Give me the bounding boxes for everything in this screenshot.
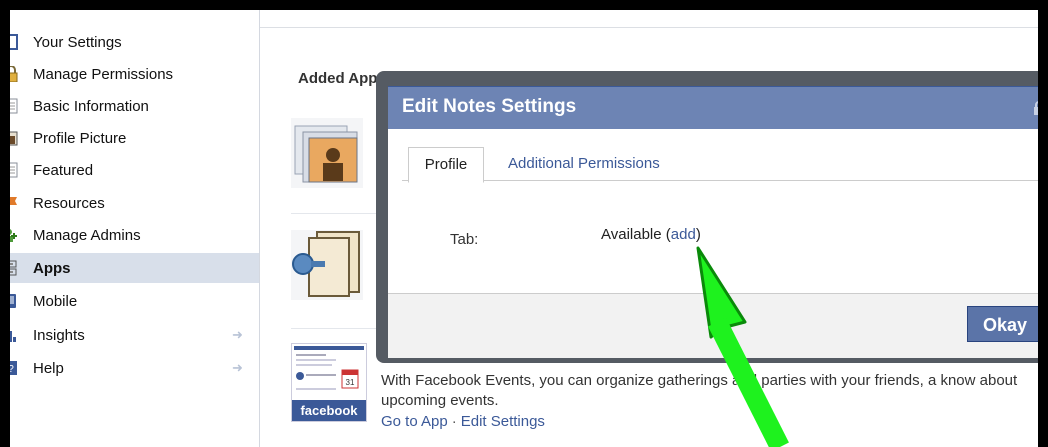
document-icon: [10, 162, 18, 178]
tab-additional-permissions[interactable]: Additional Permissions: [508, 147, 660, 181]
sidebar-item-label: Insights: [33, 326, 85, 344]
app-description: With Facebook Events, you can organize g…: [381, 372, 1018, 409]
sidebar-item-resources[interactable]: Resources: [10, 188, 260, 218]
screenshot-canvas: Your Settings Manage Permissions Basic I…: [10, 10, 1038, 447]
tab-profile[interactable]: Profile: [408, 147, 484, 183]
flag-icon: [10, 197, 17, 205]
tabs-divider: [402, 180, 1038, 181]
sidebar-item-manage-permissions[interactable]: Manage Permissions: [10, 59, 260, 89]
events-app-thumbnail: 31 facebook: [291, 343, 367, 422]
facebook-logo: facebook: [292, 400, 366, 421]
sidebar-item-mobile[interactable]: Mobile: [10, 286, 260, 316]
sidebar-item-label: Your Settings: [33, 33, 122, 51]
sidebar: Your Settings Manage Permissions Basic I…: [10, 10, 260, 447]
sidebar-item-label: Manage Admins: [33, 226, 141, 244]
lock-icon: [1034, 101, 1038, 115]
sidebar-item-help[interactable]: ? Help ➜: [10, 353, 260, 383]
document-icon: [10, 98, 18, 114]
tab-field-value: Available (add): [601, 226, 701, 243]
svg-text:?: ?: [10, 364, 14, 375]
sidebar-item-label: Manage Permissions: [33, 65, 174, 83]
apps-icon: [10, 260, 17, 276]
sidebar-item-manage-admins[interactable]: Manage Admins: [10, 220, 260, 250]
mobile-icon: [10, 294, 16, 308]
sidebar-item-label: Help: [33, 359, 64, 377]
help-icon: ?: [10, 361, 17, 375]
sidebar-item-label: Mobile: [33, 292, 78, 310]
sidebar-item-basic-information[interactable]: Basic Information: [10, 91, 260, 121]
sidebar-item-label: Apps: [33, 259, 71, 277]
edit-settings-link[interactable]: Edit Settings: [461, 413, 545, 430]
svg-text:31: 31: [346, 378, 355, 387]
sidebar-item-profile-picture[interactable]: Profile Picture: [10, 123, 260, 153]
dialog-header: Edit Notes Settings: [388, 86, 1038, 129]
lock-icon: [10, 66, 18, 82]
sidebar-item-insights[interactable]: Insights ➜: [10, 320, 260, 350]
arrow-right-icon: ➜: [232, 360, 243, 375]
admins-icon: [10, 229, 17, 242]
add-tab-link[interactable]: add: [671, 226, 696, 243]
sidebar-item-label: Featured: [33, 161, 94, 179]
picture-icon: [10, 131, 18, 146]
tab-status: Available: [601, 226, 662, 243]
sidebar-item-featured[interactable]: Featured: [10, 155, 260, 185]
dialog-title: Edit Notes Settings: [402, 96, 577, 117]
sidebar-item-label: Basic Information: [33, 97, 149, 115]
sidebar-item-your-settings[interactable]: Your Settings: [10, 27, 260, 57]
arrow-right-icon: ➜: [232, 327, 243, 342]
tab-field-label: Tab:: [450, 231, 479, 248]
app-links: Go to App · Edit Settings: [381, 413, 545, 430]
section-title: Added Apps: [298, 70, 386, 87]
events-screenshot-graphic: 31: [292, 344, 366, 399]
go-to-app-link[interactable]: Go to App: [381, 413, 448, 430]
top-divider: [260, 27, 1038, 28]
sidebar-item-apps[interactable]: Apps: [10, 253, 260, 283]
settings-page-icon: [10, 34, 18, 50]
okay-button[interactable]: Okay: [967, 306, 1038, 342]
bar-chart-icon: [10, 331, 16, 342]
sidebar-item-label: Resources: [33, 194, 105, 212]
links-app-thumbnail: [291, 230, 363, 300]
sidebar-item-label: Profile Picture: [33, 129, 127, 147]
dialog-footer: Okay: [388, 294, 1038, 358]
photos-app-thumbnail: [291, 118, 363, 188]
link-separator: ·: [451, 413, 457, 430]
edit-notes-settings-dialog: Edit Notes Settings Profile Additional P…: [388, 86, 1038, 358]
